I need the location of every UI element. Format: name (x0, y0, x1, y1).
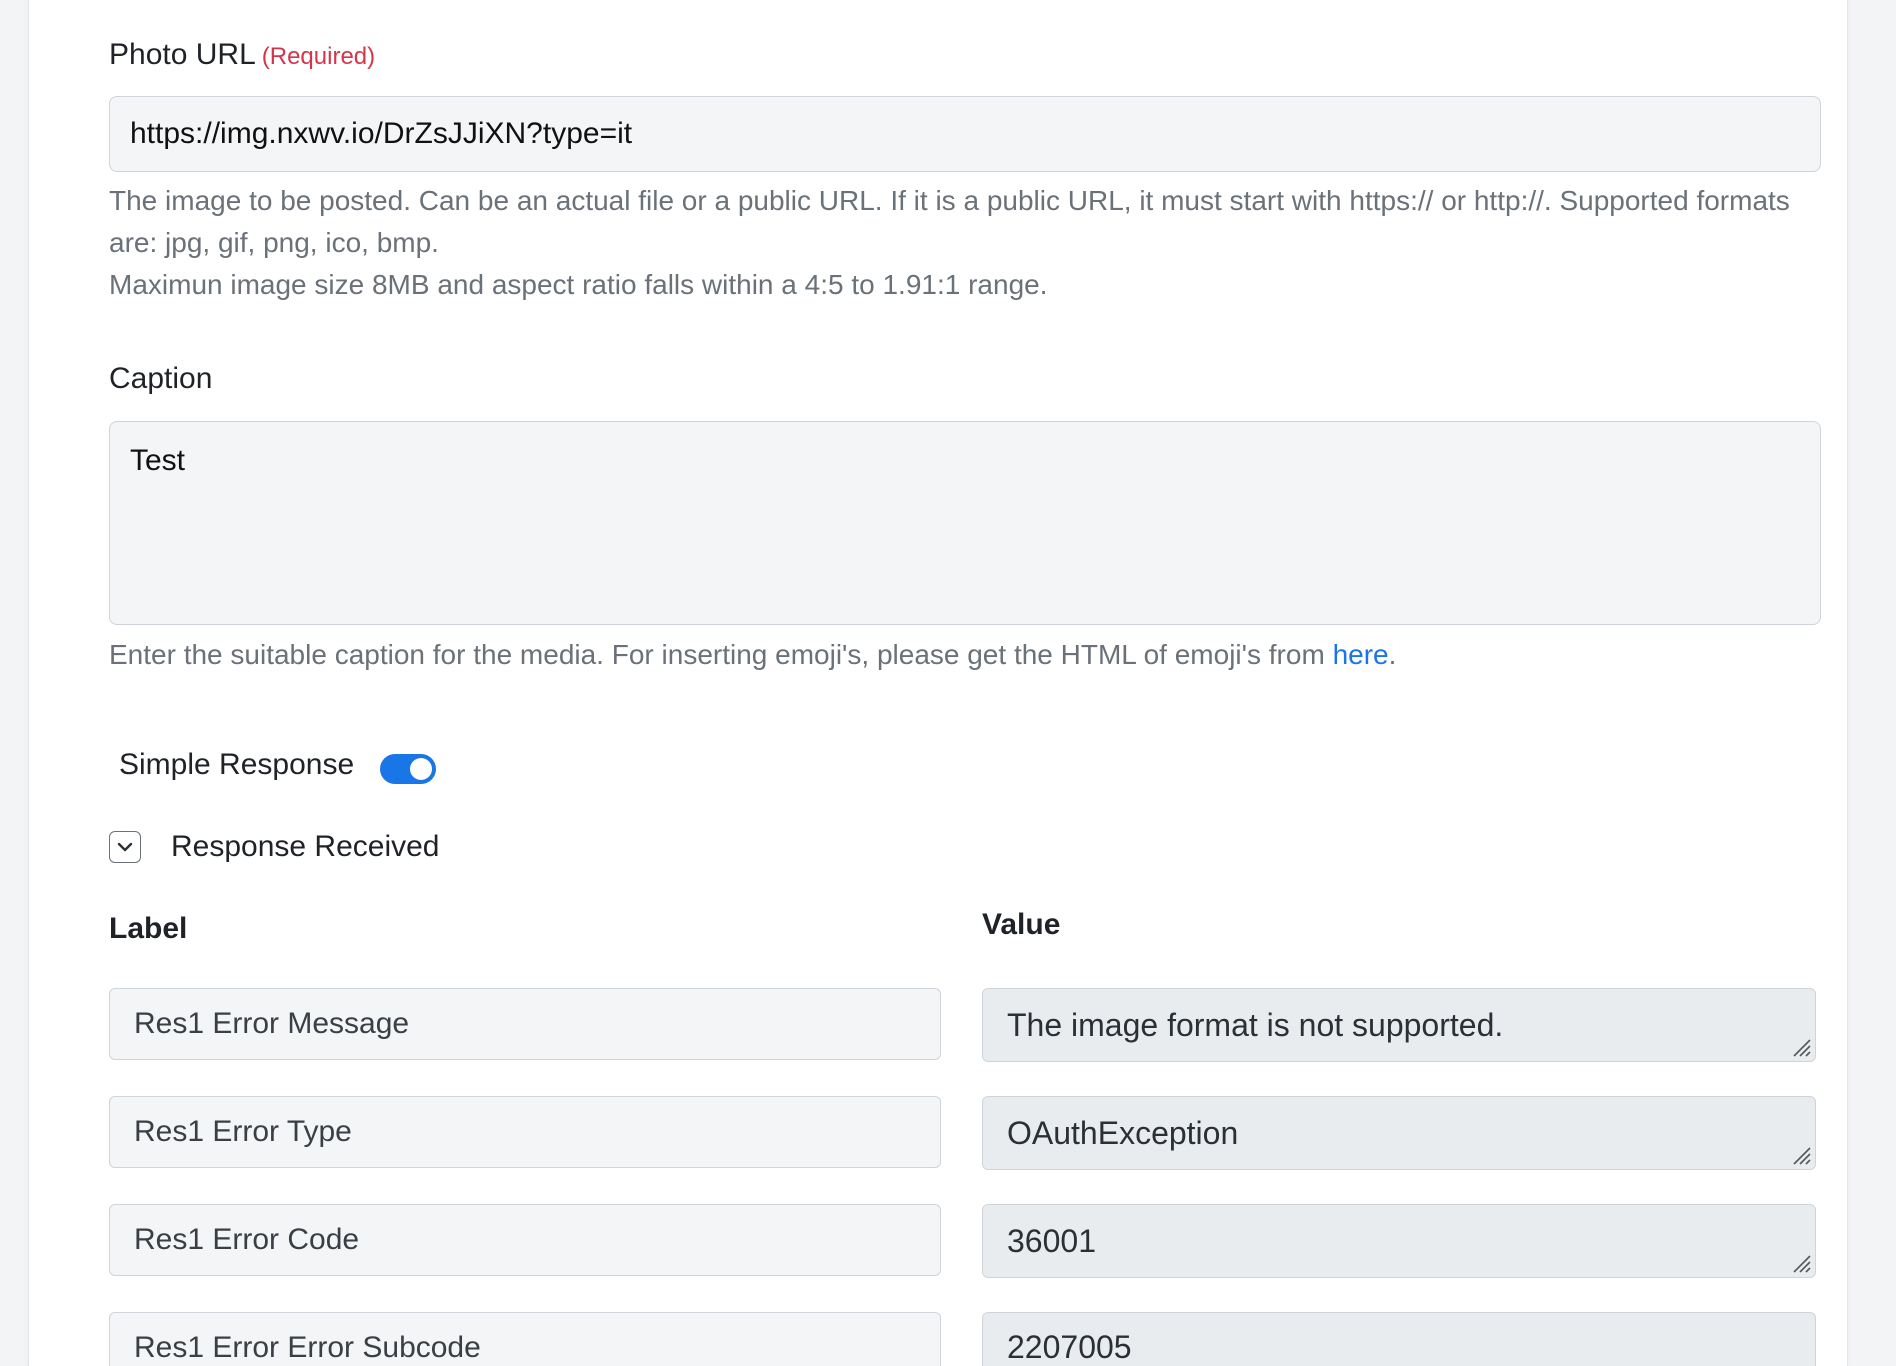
response-value-field[interactable]: OAuthException (982, 1096, 1816, 1170)
photo-url-label: Photo URL (Required) (109, 38, 375, 72)
photo-url-input[interactable]: https://img.nxwv.io/DrZsJJiXN?type=it (109, 96, 1821, 172)
caption-textarea[interactable]: Test (109, 421, 1821, 625)
value-column-header: Value (982, 908, 1061, 941)
simple-response-row: Simple Response (119, 748, 437, 784)
response-value-field[interactable]: 2207005 (982, 1312, 1816, 1366)
form-card: Photo URL (Required) https://img.nxwv.io/… (28, 0, 1848, 1366)
response-label-text: Res1 Error Message (134, 1007, 410, 1040)
caption-help-end: . (1388, 639, 1397, 670)
required-indicator: (Required) (261, 43, 376, 70)
photo-url-help: The image to be posted. Can be an actual… (109, 180, 1829, 306)
expand-toggle-button[interactable] (109, 831, 141, 863)
response-received-row: Response Received (109, 830, 440, 864)
caption-help: Enter the suitable caption for the media… (109, 634, 1829, 676)
caption-help-text: Enter the suitable caption for the media… (109, 639, 1333, 670)
resize-grip-icon[interactable] (1789, 1143, 1811, 1165)
caption-label: Caption (109, 362, 213, 395)
response-label-field[interactable]: Res1 Error Code (109, 1204, 941, 1276)
response-value-text: OAuthException (1007, 1114, 1239, 1151)
resize-grip-icon[interactable] (1789, 1035, 1811, 1057)
response-value-text: 36001 (1007, 1222, 1096, 1259)
response-label-text: Res1 Error Type (134, 1115, 352, 1148)
response-value-field[interactable]: The image format is not supported. (982, 988, 1816, 1062)
photo-url-help-line2: Maximun image size 8MB and aspect ratio … (109, 269, 1048, 300)
photo-url-value: https://img.nxwv.io/DrZsJJiXN?type=it (130, 117, 633, 150)
photo-url-label-text: Photo URL (109, 38, 256, 71)
response-value-text: The image format is not supported. (1007, 1006, 1504, 1043)
response-label-field[interactable]: Res1 Error Message (109, 988, 941, 1060)
response-value-field[interactable]: 36001 (982, 1204, 1816, 1278)
response-value-text: 2207005 (1007, 1329, 1132, 1365)
response-label-text: Res1 Error Code (134, 1223, 360, 1256)
simple-response-toggle[interactable] (380, 754, 437, 784)
response-label-text: Res1 Error Error Subcode (134, 1331, 481, 1364)
response-label-field[interactable]: Res1 Error Type (109, 1096, 941, 1168)
resize-grip-icon[interactable] (1789, 1251, 1811, 1273)
response-label-field[interactable]: Res1 Error Error Subcode (109, 1312, 941, 1366)
simple-response-label: Simple Response (119, 748, 355, 781)
toggle-knob (410, 758, 433, 780)
label-column-header: Label (109, 912, 188, 945)
caption-value: Test (130, 444, 186, 477)
response-received-label: Response Received (171, 830, 440, 863)
photo-url-help-line1: The image to be posted. Can be an actual… (109, 185, 1790, 258)
chevron-down-icon (117, 842, 133, 852)
emoji-help-link[interactable]: here (1333, 639, 1389, 670)
